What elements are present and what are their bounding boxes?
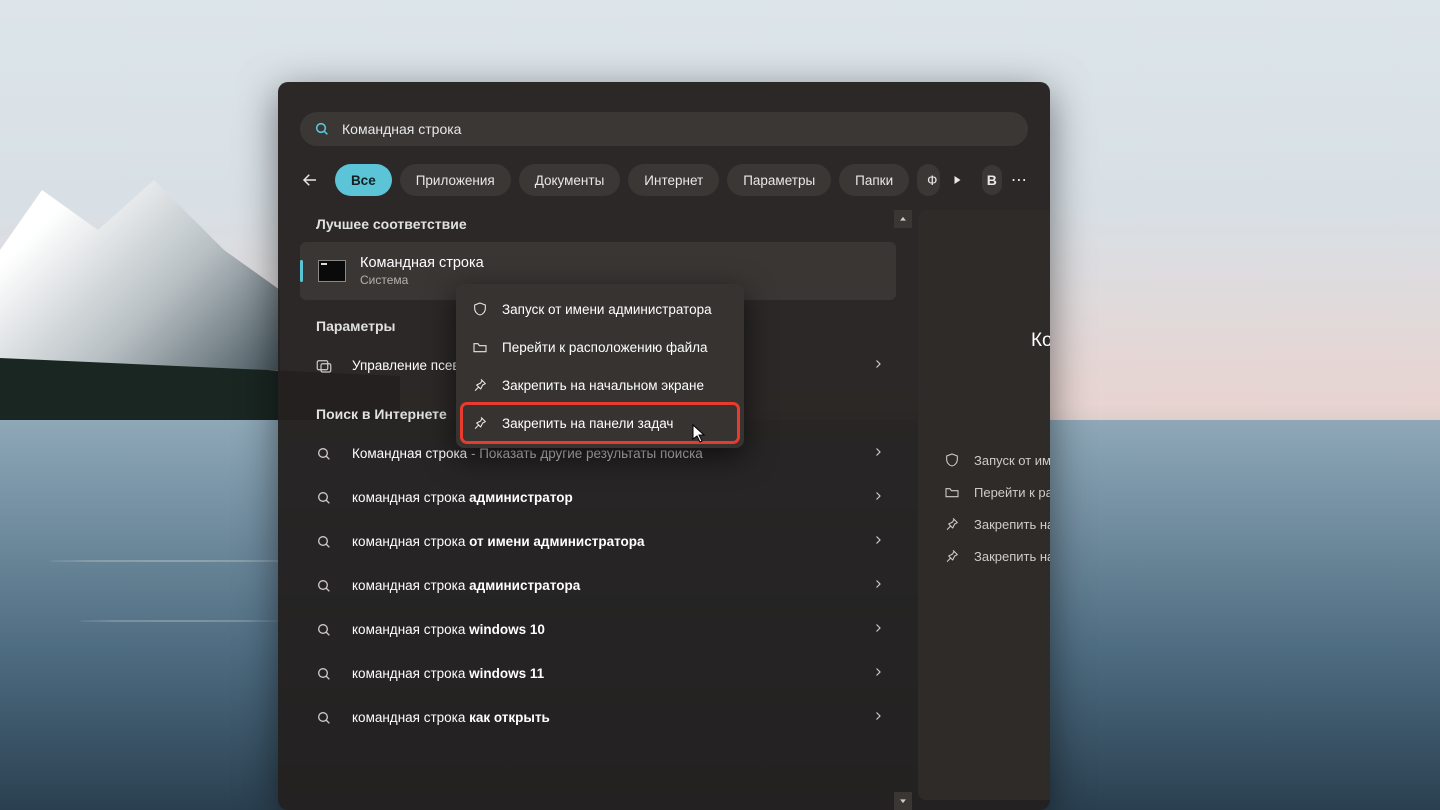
search-box[interactable] bbox=[300, 112, 1028, 146]
context-run-admin[interactable]: Запуск от имени администратора bbox=[462, 290, 738, 328]
search-icon bbox=[316, 622, 332, 638]
wallpaper-ripple bbox=[50, 560, 300, 562]
search-icon bbox=[316, 710, 332, 726]
cursor-icon bbox=[692, 424, 708, 444]
wallpaper-mountain bbox=[0, 170, 280, 370]
best-match-title: Командная строка bbox=[360, 255, 484, 271]
search-icon bbox=[316, 490, 332, 506]
preview-action-label: Перейти к расположению файла bbox=[974, 485, 1050, 500]
more-options-button[interactable]: ⋯ bbox=[1010, 166, 1028, 194]
filter-all[interactable]: Все bbox=[335, 164, 392, 196]
back-button[interactable] bbox=[300, 164, 321, 196]
play-icon bbox=[951, 174, 963, 186]
wallpaper-ripple bbox=[80, 620, 280, 622]
app-alias-icon bbox=[315, 357, 333, 375]
filter-row: Все Приложения Документы Интернет Параме… bbox=[300, 164, 1028, 196]
chevron-right-icon bbox=[872, 357, 884, 375]
search-icon bbox=[316, 666, 332, 682]
context-item-label: Запуск от имени администратора bbox=[502, 302, 712, 317]
web-result[interactable]: командная строка администратор bbox=[300, 476, 896, 520]
ellipsis-icon: ⋯ bbox=[1011, 170, 1027, 190]
filter-settings[interactable]: Параметры bbox=[727, 164, 831, 196]
chevron-up-icon bbox=[898, 214, 908, 224]
shield-icon bbox=[472, 301, 488, 317]
web-result[interactable]: командная строка как открыть bbox=[300, 696, 896, 740]
preview-action-run-admin[interactable]: Запуск от имени администратора bbox=[944, 444, 1050, 476]
pin-icon bbox=[944, 516, 960, 532]
web-result[interactable]: командная строка от имени администратора bbox=[300, 520, 896, 564]
web-result[interactable]: командная строка windows 11 bbox=[300, 652, 896, 696]
web-result-label: командная строка windows 11 bbox=[352, 665, 872, 683]
web-result[interactable]: командная строка администратора bbox=[300, 564, 896, 608]
results-scrollbar[interactable] bbox=[894, 210, 912, 810]
filter-apps[interactable]: Приложения bbox=[400, 164, 511, 196]
preview-action-label: Закрепить на панели задач bbox=[974, 549, 1050, 564]
search-input[interactable] bbox=[342, 121, 1028, 137]
preview-action-pin-start[interactable]: Закрепить на начальном экране bbox=[944, 508, 1050, 540]
chevron-down-icon bbox=[898, 796, 908, 806]
search-icon bbox=[316, 446, 332, 462]
section-best-match: Лучшее соответствие bbox=[316, 216, 904, 232]
web-result[interactable]: командная строка windows 10 bbox=[300, 608, 896, 652]
chevron-right-icon bbox=[872, 665, 884, 683]
chevron-right-icon bbox=[872, 709, 884, 727]
preview-title: Командная строка bbox=[918, 330, 1050, 352]
preview-action-pin-taskbar[interactable]: Закрепить на панели задач bbox=[944, 540, 1050, 572]
cmd-app-icon bbox=[318, 260, 346, 282]
context-item-label: Перейти к расположению файла bbox=[502, 340, 708, 355]
arrow-left-icon bbox=[301, 171, 319, 189]
filter-internet[interactable]: Интернет bbox=[628, 164, 719, 196]
chevron-right-icon bbox=[872, 621, 884, 639]
search-icon bbox=[316, 578, 332, 594]
user-account-button[interactable]: B bbox=[982, 165, 1002, 195]
context-item-label: Закрепить на начальном экране bbox=[502, 378, 704, 393]
shield-icon bbox=[944, 452, 960, 468]
folder-icon bbox=[472, 339, 488, 355]
web-result-label: командная строка как открыть bbox=[352, 709, 872, 727]
web-result-label: командная строка администратор bbox=[352, 489, 872, 507]
preview-action-label: Запуск от имени администратора bbox=[974, 453, 1050, 468]
filter-more-clipped[interactable]: Ф bbox=[917, 164, 940, 196]
pin-icon bbox=[472, 377, 488, 393]
context-item-label: Закрепить на панели задач bbox=[502, 416, 673, 431]
chevron-right-icon bbox=[872, 577, 884, 595]
filter-scroll-right[interactable] bbox=[948, 166, 966, 194]
web-result-label: командная строка от имени администратора bbox=[352, 533, 872, 551]
preview-action-open-location[interactable]: Перейти к расположению файла bbox=[944, 476, 1050, 508]
web-result-label: командная строка администратора bbox=[352, 577, 872, 595]
search-icon bbox=[316, 534, 332, 550]
pin-icon bbox=[944, 548, 960, 564]
search-icon bbox=[314, 121, 330, 137]
scroll-down-button[interactable] bbox=[894, 792, 912, 810]
context-pin-start[interactable]: Закрепить на начальном экране bbox=[462, 366, 738, 404]
pin-icon bbox=[472, 415, 488, 431]
filter-documents[interactable]: Документы bbox=[519, 164, 621, 196]
chevron-right-icon bbox=[872, 445, 884, 463]
preview-action-label: Закрепить на начальном экране bbox=[974, 517, 1050, 532]
scroll-up-button[interactable] bbox=[894, 210, 912, 228]
chevron-right-icon bbox=[872, 489, 884, 507]
filter-folders[interactable]: Папки bbox=[839, 164, 909, 196]
chevron-right-icon bbox=[872, 533, 884, 551]
folder-icon bbox=[944, 484, 960, 500]
preview-pane: Командная строка Система Открыть Запуск … bbox=[918, 210, 1050, 800]
web-result-label: командная строка windows 10 bbox=[352, 621, 872, 639]
preview-subtitle: Система bbox=[918, 356, 1050, 370]
context-open-location[interactable]: Перейти к расположению файла bbox=[462, 328, 738, 366]
